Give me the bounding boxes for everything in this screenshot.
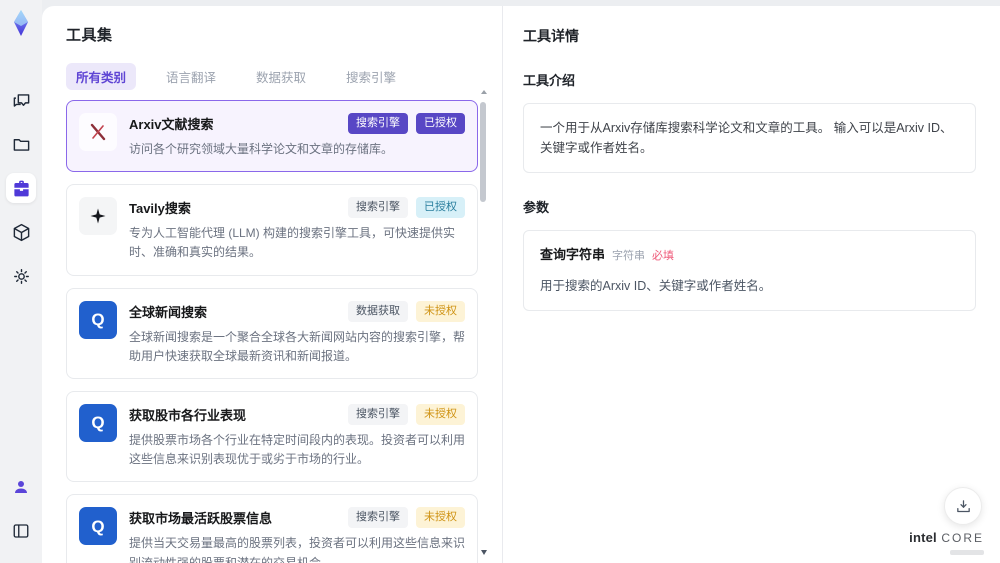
- tab-all-categories[interactable]: 所有类别: [66, 63, 137, 90]
- tool-card-tavily[interactable]: Tavily搜索 搜索引擎 已授权 专为人工智能代理 (LLM) 构建的搜索引擎…: [66, 184, 478, 276]
- category-badge: 搜索引擎: [348, 197, 408, 219]
- param-description: 用于搜索的Arxiv ID、关键字或作者姓名。: [540, 278, 772, 293]
- settings-gear-icon[interactable]: [6, 261, 36, 291]
- category-tabs: 所有类别 语言翻译 数据获取 搜索引擎: [66, 63, 502, 90]
- param-name: 查询字符串: [540, 247, 606, 262]
- brand-intel: intel: [909, 530, 937, 546]
- list-scrollbar[interactable]: [480, 90, 487, 555]
- tool-description: 提供股票市场各个行业在特定时间段内的表现。投资者可以利用这些信息来识别表现优于或…: [129, 432, 466, 467]
- category-badge: 搜索引擎: [348, 403, 408, 425]
- tool-card-active-stocks[interactable]: Q 获取市场最活跃股票信息 搜索引擎 未授权 提供当天交易量最高的股票列表，投资…: [66, 494, 478, 563]
- scroll-down-arrow-icon[interactable]: [481, 550, 487, 555]
- tool-name: 全球新闻搜索: [129, 304, 208, 320]
- category-badge: 数据获取: [348, 300, 408, 322]
- tool-description: 提供当天交易量最高的股票列表，投资者可以利用这些信息来识别流动性强的股票和潜在的…: [129, 536, 466, 563]
- main-surface: 工具集 所有类别 语言翻译 数据获取 搜索引擎 Arxiv文献搜索 搜索引擎 已…: [42, 6, 1000, 563]
- intel-core-logo: intel core: [909, 529, 984, 555]
- auth-badge: 未授权: [416, 507, 465, 529]
- auth-badge: 已授权: [416, 113, 465, 134]
- tool-name: Tavily搜索: [129, 201, 191, 217]
- intro-text: 一个用于从Arxiv存储库搜索科学论文和文章的工具。 输入可以是Arxiv ID…: [540, 121, 953, 155]
- sidebar-rail: [0, 0, 42, 563]
- download-button[interactable]: [944, 487, 982, 525]
- tool-description: 全球新闻搜索是一个聚合全球各大新闻网站内容的搜索引擎，帮助用户快速获取全球最新资…: [129, 329, 466, 363]
- param-type: 字符串: [612, 250, 646, 262]
- tool-list: Arxiv文献搜索 搜索引擎 已授权 访问各个研究领域大量科学论文和文章的存储库…: [66, 100, 478, 563]
- tool-card-arxiv[interactable]: Arxiv文献搜索 搜索引擎 已授权 访问各个研究领域大量科学论文和文章的存储库…: [66, 100, 478, 173]
- active-stocks-icon: Q: [79, 507, 117, 546]
- stock-sector-icon: Q: [79, 403, 117, 442]
- tool-card-stock-sectors[interactable]: Q 获取股市各行业表现 搜索引擎 未授权 提供股票市场各个行业在特定时间段内的表…: [66, 390, 478, 483]
- params-heading: 参数: [523, 200, 550, 215]
- chat-icon[interactable]: [6, 85, 36, 115]
- package-cube-icon[interactable]: [6, 217, 36, 247]
- category-badge: 搜索引擎: [348, 507, 408, 529]
- tavily-sparkle-icon: [79, 197, 117, 236]
- tool-card-global-news[interactable]: Q 全球新闻搜索 数据获取 未授权 全球新闻搜索是一个聚合全球各大新闻网站内容的…: [66, 287, 478, 379]
- app-logo: [6, 8, 36, 38]
- brand-core: core: [941, 531, 984, 546]
- arxiv-icon: [79, 113, 117, 151]
- page-title: 工具集: [66, 27, 113, 44]
- scrollbar-thumb[interactable]: [480, 102, 486, 202]
- tab-language-translation[interactable]: 语言翻译: [156, 63, 226, 90]
- tool-description: 专为人工智能代理 (LLM) 构建的搜索引擎工具，可快速提供实时、准确和真实的结…: [129, 226, 456, 260]
- param-box: 查询字符串 字符串 必填 用于搜索的Arxiv ID、关键字或作者姓名。: [523, 230, 976, 311]
- collapse-panel-icon[interactable]: [6, 516, 36, 546]
- auth-badge: 未授权: [416, 300, 465, 322]
- tool-name: 获取股市各行业表现: [129, 407, 247, 423]
- tab-data-acquisition[interactable]: 数据获取: [246, 63, 316, 90]
- category-badge: 搜索引擎: [348, 113, 408, 134]
- intro-heading: 工具介绍: [523, 73, 576, 88]
- tool-name: 获取市场最活跃股票信息: [129, 511, 273, 527]
- brand-underline: [950, 550, 984, 555]
- detail-title: 工具详情: [523, 28, 579, 44]
- user-avatar-icon[interactable]: [6, 472, 36, 502]
- tab-search-engine[interactable]: 搜索引擎: [336, 63, 406, 90]
- news-search-icon: Q: [79, 300, 117, 339]
- folder-icon[interactable]: [6, 129, 36, 159]
- scroll-up-arrow-icon[interactable]: [481, 90, 487, 94]
- tools-panel: 工具集 所有类别 语言翻译 数据获取 搜索引擎 Arxiv文献搜索 搜索引擎 已…: [42, 6, 503, 563]
- param-required-badge: 必填: [652, 250, 675, 262]
- tools-briefcase-icon[interactable]: [6, 173, 36, 203]
- tool-description: 访问各个研究领域大量科学论文和文章的存储库。: [129, 142, 394, 156]
- auth-badge: 已授权: [416, 197, 465, 219]
- tool-detail-panel: 工具详情 工具介绍 一个用于从Arxiv存储库搜索科学论文和文章的工具。 输入可…: [503, 6, 1000, 563]
- auth-badge: 未授权: [416, 403, 465, 425]
- tool-name: Arxiv文献搜索: [129, 117, 214, 132]
- intro-box: 一个用于从Arxiv存储库搜索科学论文和文章的工具。 输入可以是Arxiv ID…: [523, 103, 976, 173]
